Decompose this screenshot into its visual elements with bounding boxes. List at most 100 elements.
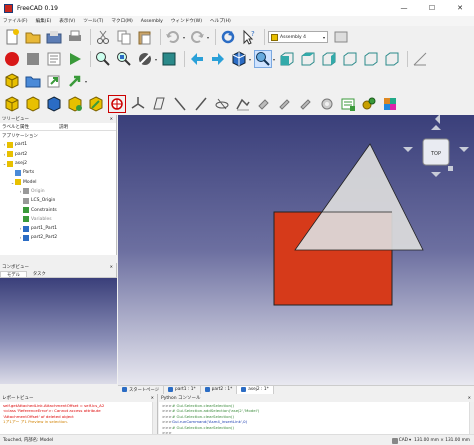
new-part-button[interactable] (45, 95, 63, 113)
minimize-button[interactable]: — (390, 0, 418, 16)
report-scrollbar[interactable] (152, 402, 157, 434)
view-top-button[interactable] (299, 50, 317, 68)
view-front-button[interactable] (278, 50, 296, 68)
tab-tasks[interactable]: タスク (27, 271, 52, 277)
navcube-arrow-down-icon[interactable] (431, 172, 441, 177)
view-left-button[interactable] (383, 50, 401, 68)
new-body-button[interactable] (66, 95, 84, 113)
macros-button[interactable] (45, 50, 63, 68)
3d-viewport[interactable]: TOP (118, 115, 474, 385)
bounding-box-button[interactable] (160, 50, 178, 68)
tree-item[interactable]: › Origin (0, 187, 116, 196)
undo-button[interactable] (164, 28, 182, 46)
zoom-selection-button[interactable] (115, 50, 133, 68)
tree-item[interactable]: Variables (0, 215, 116, 224)
create-part-button[interactable] (3, 72, 21, 90)
new-sketch-button[interactable] (234, 95, 252, 113)
insert-nut-button[interactable] (297, 95, 315, 113)
create-group-button[interactable] (24, 72, 42, 90)
tab-model[interactable]: モデル (0, 271, 27, 278)
python-console-input[interactable]: >>> # Gui.Selection.clearSelection() >>> # … (159, 402, 474, 436)
view-fit-button[interactable] (254, 50, 273, 68)
menu-tools[interactable]: ツール(T) (83, 18, 103, 24)
menu-file[interactable]: ファイル(F) (3, 18, 28, 24)
tree-item[interactable]: › part2_Part2 (0, 233, 116, 242)
view-rear-button[interactable] (341, 50, 359, 68)
menu-assembly[interactable]: Assembly (141, 19, 163, 24)
menu-edit[interactable]: 編集(E) (36, 18, 52, 24)
panel-close-icon[interactable]: ✕ (151, 395, 154, 400)
new-point-button[interactable] (192, 95, 210, 113)
tree-item[interactable]: LCS_Origin (0, 196, 116, 205)
insert-screw-button[interactable] (276, 95, 294, 113)
view-isometric-button[interactable] (230, 50, 248, 68)
new-lcs-button[interactable] (129, 95, 147, 113)
add-variable-button[interactable] (339, 95, 357, 113)
new-plane-button[interactable] (150, 95, 168, 113)
cut-button[interactable] (94, 28, 112, 46)
close-button[interactable]: ✕ (446, 0, 474, 16)
document-tab[interactable]: part1 : 1* (164, 385, 201, 394)
navigation-cube[interactable]: TOP (403, 115, 469, 177)
panel-close-icon[interactable]: ✕ (468, 395, 471, 400)
redo-button[interactable] (188, 28, 206, 46)
make-link-button[interactable] (45, 72, 63, 90)
draw-style-button[interactable] (136, 50, 154, 68)
new-assembly-button[interactable] (3, 95, 21, 113)
tree-item[interactable]: ⌄ Model (0, 177, 116, 186)
print-button[interactable] (66, 28, 84, 46)
python-scrollbar[interactable] (469, 402, 474, 434)
workbench-selector[interactable]: Assembly 4 ▾ (268, 31, 329, 43)
navcube-menu-icon[interactable] (448, 166, 453, 171)
measure-button[interactable] (411, 50, 429, 68)
undo-dropdown-icon[interactable]: ▾ (183, 35, 185, 40)
navigation-style-selector[interactable]: CAD ▾ (391, 437, 411, 444)
panel-close-icon[interactable]: ✕ (110, 264, 113, 269)
view-bottom-button[interactable] (362, 50, 380, 68)
copy-button[interactable] (115, 28, 133, 46)
navcube-arrow-right-icon[interactable] (459, 147, 469, 152)
place-link-button[interactable] (108, 94, 126, 113)
refresh-button[interactable] (219, 28, 237, 46)
tree-item[interactable]: Parts (0, 168, 116, 177)
view-right-button[interactable] (320, 50, 338, 68)
menu-view[interactable]: 表示(V) (59, 18, 75, 24)
macro-play-button[interactable] (66, 50, 84, 68)
macro-record-stop-button[interactable] (3, 50, 21, 68)
whats-this-button[interactable]: ? (240, 28, 258, 46)
macro-stop-button[interactable] (24, 50, 42, 68)
tree-item[interactable]: › part2 (0, 150, 116, 159)
menu-window[interactable]: ウィンドウ(W) (171, 18, 202, 24)
redo-dropdown-icon[interactable]: ▾ (207, 35, 209, 40)
new-model-button[interactable] (24, 95, 42, 113)
menu-macro[interactable]: マクロ(M) (111, 18, 132, 24)
new-hole-axis-button[interactable] (213, 95, 231, 113)
make-link-sub-button[interactable] (66, 72, 84, 90)
panel-close-icon[interactable]: ✕ (110, 116, 113, 121)
tree-item[interactable]: ⌄ asej2 (0, 159, 116, 168)
save-button[interactable] (45, 28, 63, 46)
maximize-button[interactable]: ☐ (418, 0, 446, 16)
document-tab[interactable]: asej2 : 1* (237, 385, 274, 394)
3d-scene[interactable]: TOP (118, 115, 474, 385)
insert-washer-button[interactable] (318, 95, 336, 113)
navcube-arrow-up-icon[interactable] (431, 125, 441, 130)
menu-help[interactable]: ヘルプ(H) (210, 18, 231, 24)
tree-item[interactable]: Constraints (0, 205, 116, 214)
draw-style-dropdown-icon[interactable]: ▾ (155, 57, 157, 62)
document-tab[interactable]: part2 : 1* (201, 385, 238, 394)
insert-link-button[interactable] (87, 95, 105, 113)
triangle-shape[interactable] (294, 143, 424, 251)
insert-fastener-button[interactable] (255, 95, 273, 113)
view-back-button[interactable] (188, 50, 206, 68)
new-document-button[interactable] (3, 28, 21, 46)
macro-record-button[interactable] (332, 28, 350, 46)
view-forward-button[interactable] (209, 50, 227, 68)
bill-of-materials-button[interactable] (381, 95, 399, 113)
solve-button[interactable] (360, 95, 378, 113)
open-button[interactable] (24, 28, 42, 46)
navcube-arrow-left-icon[interactable] (403, 147, 413, 152)
new-axis-button[interactable] (171, 95, 189, 113)
link-actions-dropdown-icon[interactable]: ▾ (85, 79, 87, 84)
standard-views-dropdown-icon[interactable]: ▾ (249, 57, 251, 62)
